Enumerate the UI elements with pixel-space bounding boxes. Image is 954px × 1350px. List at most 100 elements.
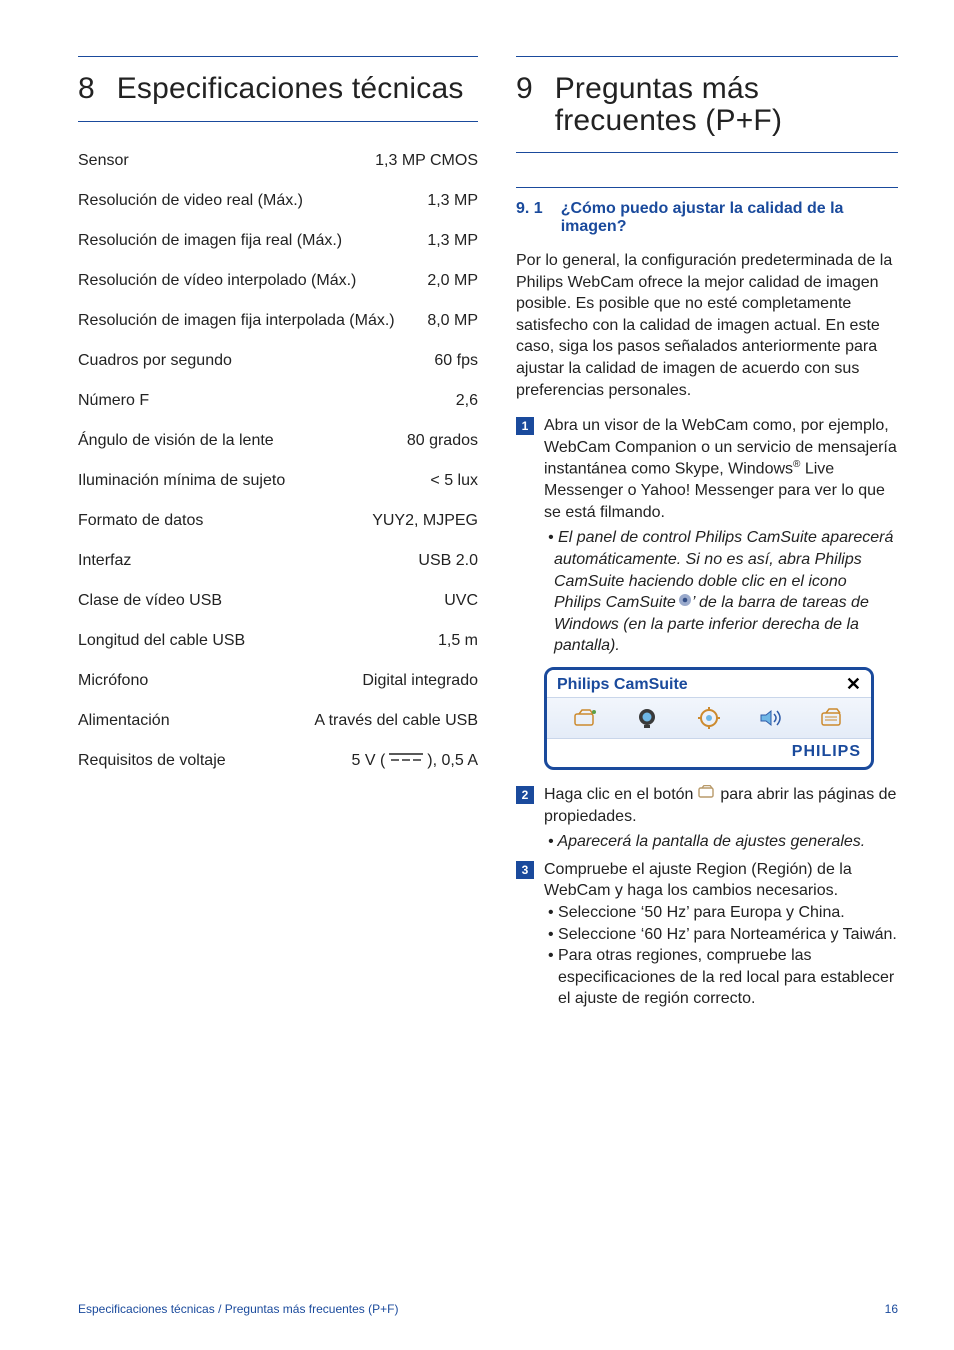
steps: 1 Abra un visor de la WebCam como, por e… <box>516 415 898 1010</box>
step3-bullet: • Para otras regiones, compruebe las esp… <box>544 945 898 1010</box>
spec-value: YUY2, MJPEG <box>372 512 478 530</box>
step-2: 2 Haga clic en el botón para abrir las p… <box>516 784 898 853</box>
rule <box>78 56 478 57</box>
spec-row: Cuadros por segundo 60 fps <box>78 352 478 370</box>
spec-row: Requisitos de voltaje 5 V ( ), 0,5 A <box>78 752 478 770</box>
spec-value: A través del cable USB <box>314 712 478 730</box>
step-number-chip: 1 <box>516 417 534 435</box>
spec-label: Micrófono <box>78 672 342 690</box>
step2-text-a: Haga clic en el botón <box>544 786 698 803</box>
voltage-pre: 5 V ( <box>352 752 386 769</box>
spec-label: Resolución de imagen fija real (Máx.) <box>78 232 407 250</box>
properties-button-icon <box>698 784 716 806</box>
spec-value: 5 V ( ), 0,5 A <box>352 752 479 770</box>
spec-label: Cuadros por segundo <box>78 352 414 370</box>
section-tech-specs: 8 Especificaciones técnicas Sensor 1,3 MP… <box>78 56 478 1016</box>
section-heading: 8 Especificaciones técnicas <box>78 67 478 115</box>
subsection-heading: 9. 1 ¿Cómo puedo ajustar la calidad de l… <box>516 200 898 236</box>
subsection-number: 9. 1 <box>516 200 543 236</box>
spec-label: Número F <box>78 392 436 410</box>
spec-label: Ángulo de visión de la lente <box>78 432 387 450</box>
effects-icon[interactable] <box>569 704 603 732</box>
section-heading: 9 Preguntas más frecuentes (P+F) <box>516 67 898 146</box>
step2-note: • Aparecerá la pantalla de ajustes gener… <box>544 831 898 853</box>
spec-row: Resolución de imagen fija real (Máx.) 1,3… <box>78 232 478 250</box>
spec-value: 1,3 MP <box>427 192 478 210</box>
section-number: 9 <box>516 73 533 105</box>
camsuite-title: Philips CamSuite <box>557 676 688 694</box>
step-number-chip: 2 <box>516 786 534 804</box>
camsuite-brand: PHILIPS <box>547 739 871 767</box>
spec-value: 1,3 MP CMOS <box>375 152 478 170</box>
spec-label: Iluminación mínima de sujeto <box>78 472 410 490</box>
page-footer: Especificaciones técnicas / Preguntas má… <box>78 1302 898 1316</box>
spec-row: Ángulo de visión de la lente 80 grados <box>78 432 478 450</box>
spec-value: 60 fps <box>434 352 478 370</box>
spec-label: Resolución de video real (Máx.) <box>78 192 407 210</box>
spec-row: Formato de datos YUY2, MJPEG <box>78 512 478 530</box>
step-3: 3 Compruebe el ajuste Region (Región) de… <box>516 859 898 1010</box>
spec-label: Resolución de vídeo interpolado (Máx.) <box>78 272 407 290</box>
rule <box>78 121 478 122</box>
spec-value: 80 grados <box>407 432 478 450</box>
section-title: Especificaciones técnicas <box>117 73 464 105</box>
camsuite-tray-icon <box>684 592 692 614</box>
spec-value: 2,6 <box>456 392 478 410</box>
spec-row: Longitud del cable USB 1,5 m <box>78 632 478 650</box>
rule <box>516 187 898 188</box>
spec-row: Alimentación A través del cable USB <box>78 712 478 730</box>
spec-row: Resolución de vídeo interpolado (Máx.) 2,… <box>78 272 478 290</box>
section-number: 8 <box>78 73 95 105</box>
voltage-post: ), 0,5 A <box>427 752 478 769</box>
step-number-chip: 3 <box>516 861 534 879</box>
intro-paragraph: Por lo general, la configuración predete… <box>516 250 898 401</box>
dc-symbol-icon <box>389 750 423 768</box>
spec-label: Requisitos de voltaje <box>78 752 332 770</box>
step-1: 1 Abra un visor de la WebCam como, por e… <box>516 415 898 657</box>
footer-left: Especificaciones técnicas / Preguntas má… <box>78 1302 398 1316</box>
close-icon[interactable]: ✕ <box>846 674 861 695</box>
camsuite-panel: Philips CamSuite ✕ PHILIPS <box>544 667 874 770</box>
step-body: Haga clic en el botón para abrir las pág… <box>544 784 898 853</box>
step3-bullet: • Seleccione ‘50 Hz’ para Europa y China… <box>544 902 898 924</box>
spec-value: 1,3 MP <box>427 232 478 250</box>
step1-text-a: Abra un visor de la WebCam como, por eje… <box>544 417 897 478</box>
step3-text: Compruebe el ajuste Region (Región) de l… <box>544 861 852 900</box>
footer-page-number: 16 <box>885 1302 898 1316</box>
spec-value: 2,0 MP <box>427 272 478 290</box>
spec-label: Formato de datos <box>78 512 352 530</box>
spec-label: Interfaz <box>78 552 398 570</box>
spec-value: UVC <box>444 592 478 610</box>
image-settings-icon[interactable] <box>692 704 726 732</box>
spec-row: Iluminación mínima de sujeto < 5 lux <box>78 472 478 490</box>
spec-value: USB 2.0 <box>418 552 478 570</box>
spec-label: Sensor <box>78 152 355 170</box>
section-faq: 9 Preguntas más frecuentes (P+F) 9. 1 ¿C… <box>516 56 898 1016</box>
spec-value: 1,5 m <box>438 632 478 650</box>
audio-settings-icon[interactable] <box>754 704 788 732</box>
rule <box>516 152 898 153</box>
step-body: Compruebe el ajuste Region (Región) de l… <box>544 859 898 1010</box>
webcam-icon[interactable] <box>630 704 664 732</box>
spec-row: Clase de vídeo USB UVC <box>78 592 478 610</box>
spec-label: Longitud del cable USB <box>78 632 418 650</box>
spec-row: Resolución de video real (Máx.) 1,3 MP <box>78 192 478 210</box>
spec-row: Interfaz USB 2.0 <box>78 552 478 570</box>
spec-row: Sensor 1,3 MP CMOS <box>78 152 478 170</box>
step-body: Abra un visor de la WebCam como, por eje… <box>544 415 898 657</box>
spec-label: Clase de vídeo USB <box>78 592 424 610</box>
step1-note: • El panel de control Philips CamSuite a… <box>544 527 898 657</box>
spec-value: < 5 lux <box>430 472 478 490</box>
spec-value: 8,0 MP <box>427 312 478 330</box>
rule <box>516 56 898 57</box>
properties-icon[interactable] <box>815 704 849 732</box>
spec-row: Resolución de imagen fija interpolada (M… <box>78 312 478 330</box>
spec-label: Alimentación <box>78 712 294 730</box>
spec-label: Resolución de imagen fija interpolada (M… <box>78 312 407 330</box>
camsuite-titlebar: Philips CamSuite ✕ <box>547 670 871 697</box>
spec-row: MicrófonoDigital integrado <box>78 672 478 690</box>
subsection-title: ¿Cómo puedo ajustar la calidad de la ima… <box>561 200 898 236</box>
spec-row: Número F 2,6 <box>78 392 478 410</box>
step3-bullet: • Seleccione ‘60 Hz’ para Norteamérica y… <box>544 924 898 946</box>
spec-list: Sensor 1,3 MP CMOS Resolución de video re… <box>78 152 478 770</box>
